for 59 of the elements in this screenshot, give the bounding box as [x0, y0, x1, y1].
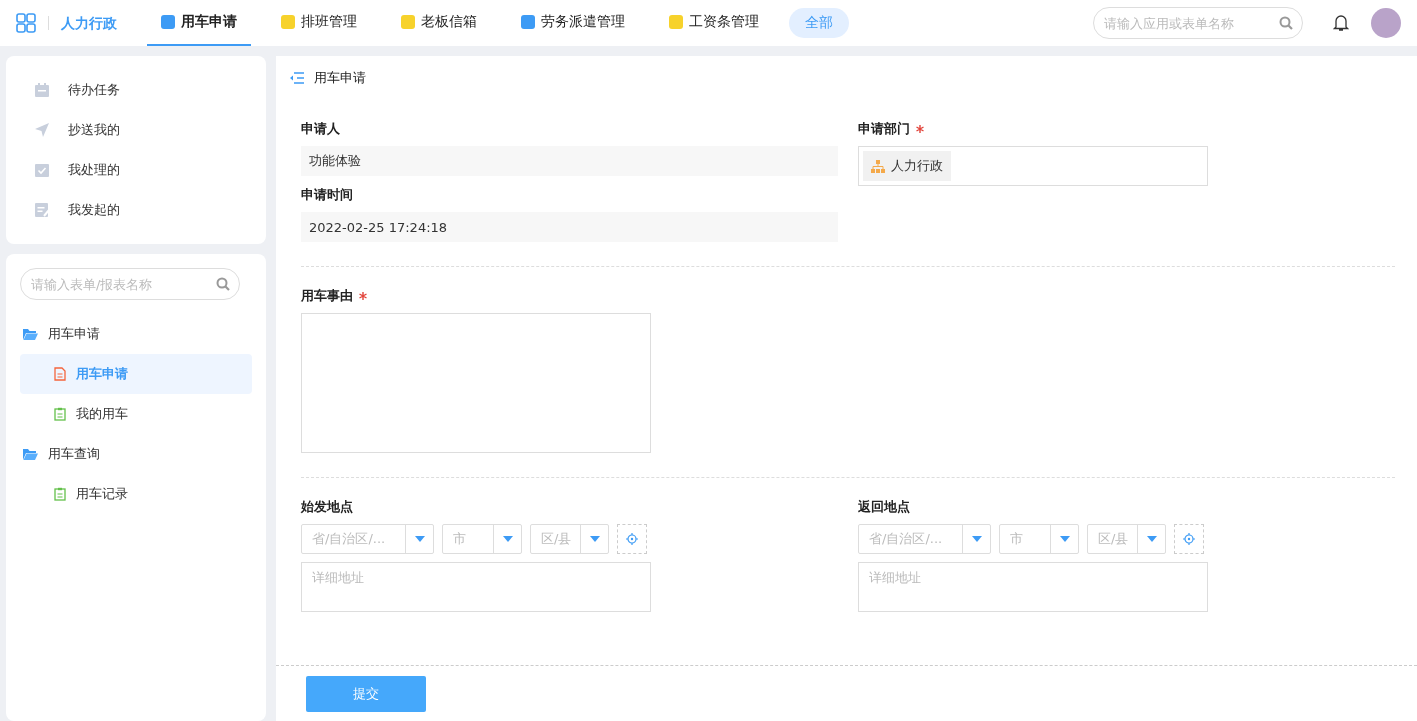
bell-icon[interactable] [1333, 14, 1349, 32]
tree-folder[interactable]: 用车查询 [20, 434, 252, 474]
department-field[interactable]: 人力行政 [858, 146, 1208, 186]
document-icon [54, 367, 66, 381]
nav-label: 我发起的 [68, 201, 120, 219]
calendar-icon [34, 82, 50, 98]
clipboard-check-icon [34, 162, 50, 178]
app-search-field[interactable]: 请输入应用或表单名称 [1093, 7, 1303, 39]
clipboard-icon [54, 407, 66, 421]
department-name: 人力行政 [891, 157, 943, 175]
org-chart-icon [871, 159, 885, 173]
reason-input[interactable] [301, 313, 651, 453]
nav-item[interactable]: 我发起的 [20, 190, 252, 230]
field-label: 申请时间 [301, 186, 353, 204]
avatar[interactable] [1371, 8, 1401, 38]
locate-button[interactable] [1174, 524, 1204, 554]
required-icon [359, 292, 367, 300]
caret-icon [971, 536, 982, 542]
address-input[interactable]: 详细地址 [858, 562, 1208, 612]
nav-label: 待办任务 [68, 81, 120, 99]
search-icon[interactable] [216, 277, 230, 291]
field-label: 返回地点 [858, 498, 910, 516]
caret-icon [1146, 536, 1157, 542]
required-icon [916, 125, 924, 133]
caret-icon [414, 536, 425, 542]
field-label: 始发地点 [301, 498, 353, 516]
app-grid-icon[interactable] [16, 13, 36, 33]
form-search-field[interactable]: 请输入表单/报表名称 [20, 268, 240, 300]
nav-item[interactable]: 抄送我的 [20, 110, 252, 150]
app-tab[interactable]: 排班管理 [267, 0, 371, 46]
caret-icon [1059, 536, 1070, 542]
caret-icon [589, 536, 600, 542]
tree-folder[interactable]: 用车申请 [20, 314, 252, 354]
edit-icon [34, 202, 50, 218]
tree-item[interactable]: 用车记录 [20, 474, 252, 514]
readonly-field: 2022-02-25 17:24:18 [301, 212, 838, 242]
nav-item[interactable]: 我处理的 [20, 150, 252, 190]
nav-label: 我处理的 [68, 161, 120, 179]
app-tab[interactable]: 老板信箱 [387, 0, 491, 46]
field-label: 申请部门 [858, 120, 910, 138]
field-label: 用车事由 [301, 287, 353, 305]
nav-label: 抄送我的 [68, 121, 120, 139]
readonly-field: 功能体验 [301, 146, 838, 176]
locate-button[interactable] [617, 524, 647, 554]
collapse-icon[interactable] [290, 72, 304, 84]
paper-plane-icon [34, 122, 50, 138]
nav-item[interactable]: 待办任务 [20, 70, 252, 110]
address-input[interactable]: 详细地址 [301, 562, 651, 612]
field-label: 申请人 [301, 120, 340, 138]
tree-item[interactable]: 我的用车 [20, 394, 252, 434]
caret-icon [502, 536, 513, 542]
crosshair-icon [1183, 533, 1195, 545]
search-icon[interactable] [1279, 16, 1293, 30]
app-tab[interactable]: 工资条管理 [655, 0, 773, 46]
clipboard-icon [54, 487, 66, 501]
form-title: 用车申请 [314, 69, 366, 87]
crosshair-icon [626, 533, 638, 545]
app-tab[interactable]: 劳务派遣管理 [507, 0, 639, 46]
app-tab[interactable]: 用车申请 [147, 0, 251, 46]
